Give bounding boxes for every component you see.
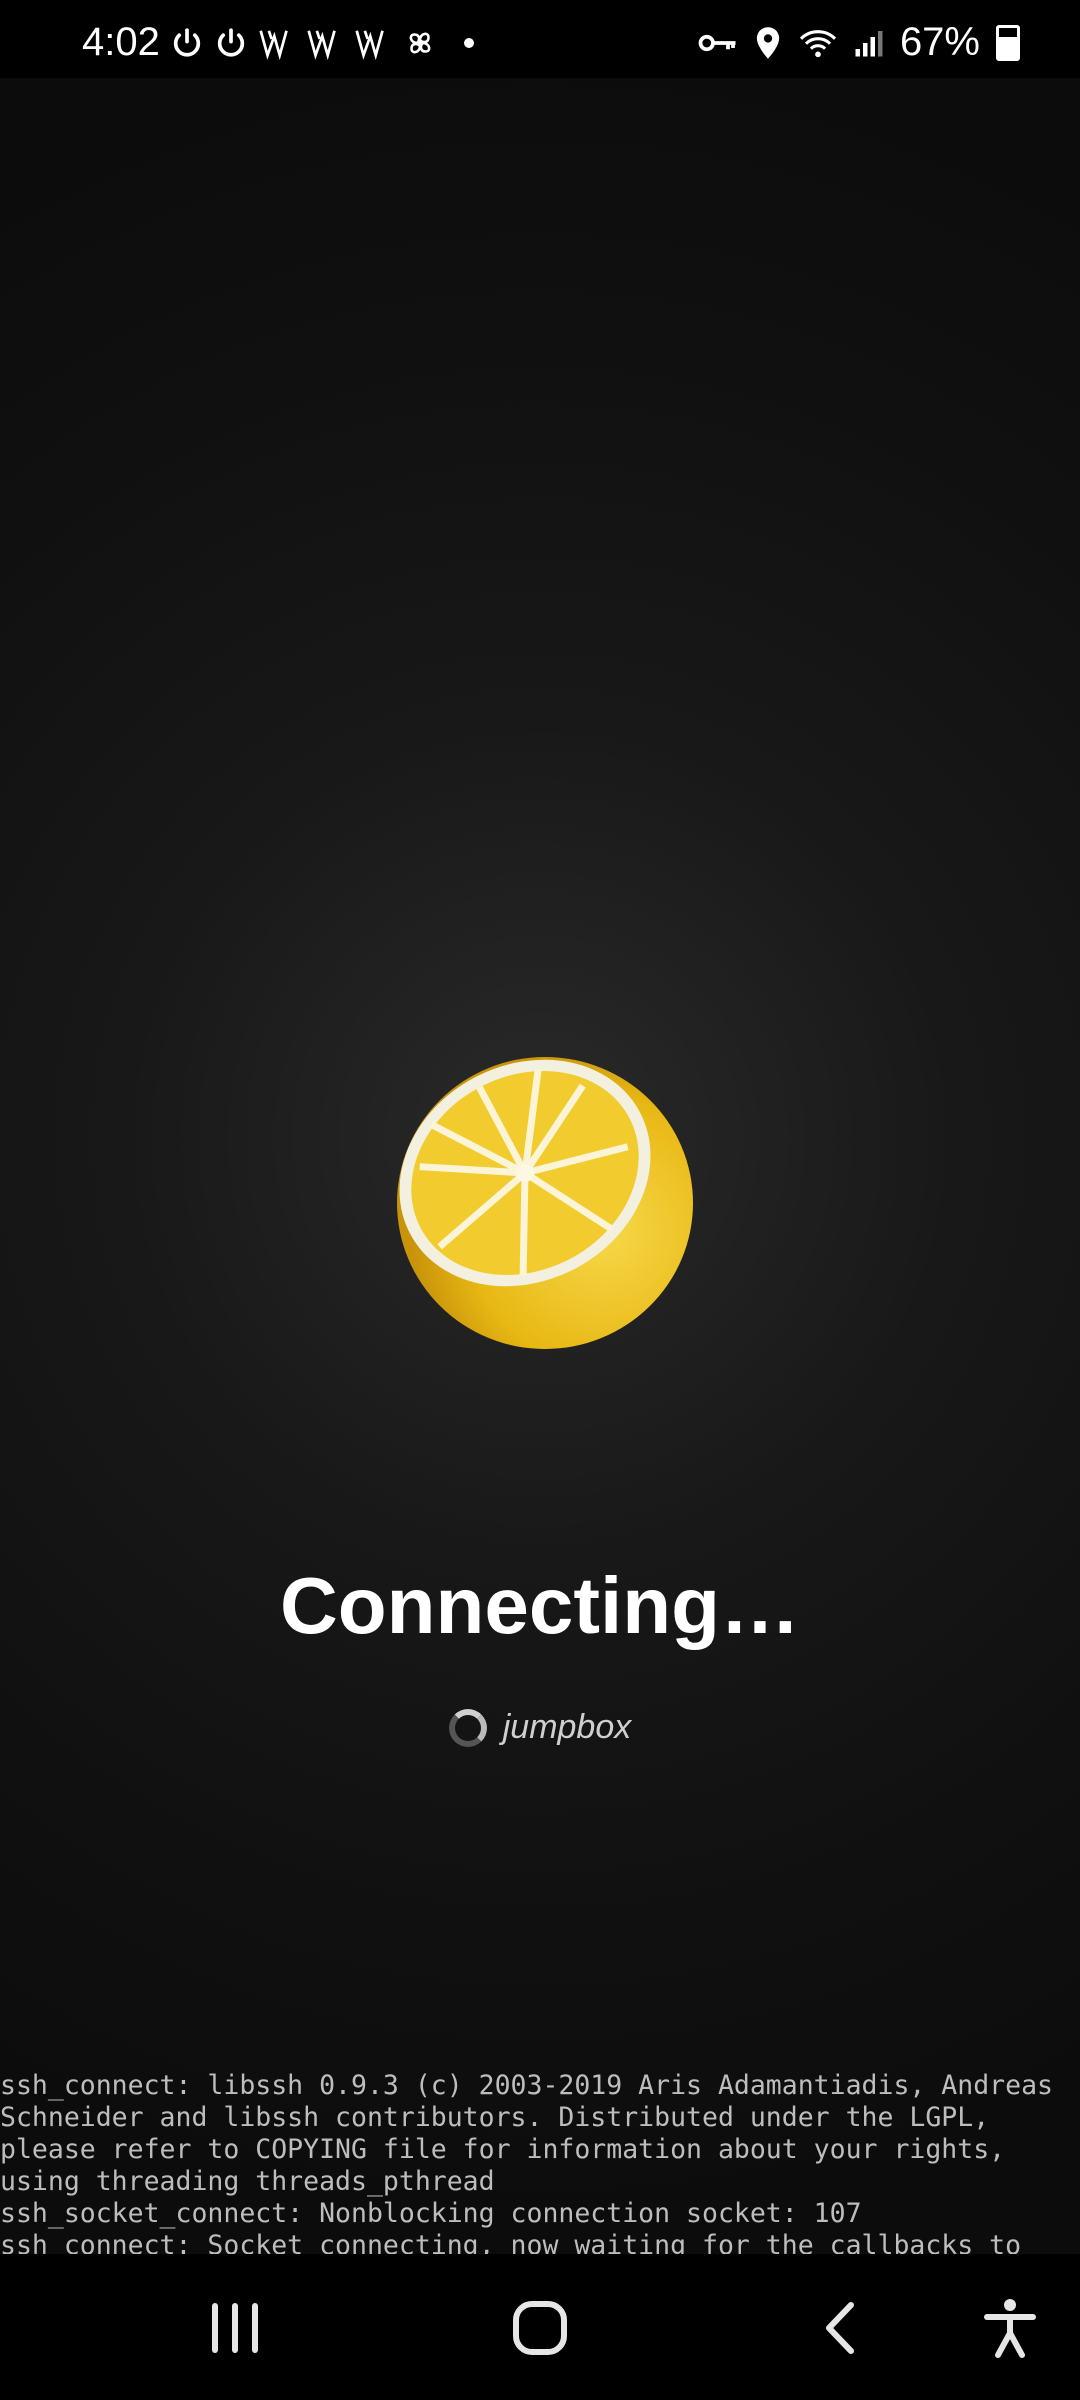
log-line: using threading threads_pthread bbox=[0, 2166, 495, 2197]
log-line: ssh_socket_connect: Nonblocking connecti… bbox=[0, 2198, 862, 2229]
system-icons: 67% bbox=[698, 20, 1020, 65]
back-button[interactable] bbox=[815, 2298, 865, 2358]
power-icon bbox=[173, 28, 201, 57]
accessibility-icon bbox=[984, 2299, 1036, 2358]
location-icon bbox=[756, 26, 780, 59]
recents-button[interactable] bbox=[200, 2298, 270, 2358]
status-time: 4:02 bbox=[82, 20, 160, 64]
accessibility-button[interactable] bbox=[980, 2298, 1040, 2358]
key-icon bbox=[698, 34, 736, 51]
wifi-icon bbox=[799, 29, 837, 57]
log-line: ssh_connect: libssh 0.9.3 (c) 2003-2019 … bbox=[0, 2070, 1053, 2101]
battery-icon bbox=[996, 24, 1020, 61]
connecting-title: Connecting… bbox=[280, 1561, 800, 1650]
connecting-screen: Connecting… jumpbox ssh_connect: libssh … bbox=[0, 78, 1080, 2293]
battery-percent: 67% bbox=[899, 20, 980, 64]
host-name: jumpbox bbox=[502, 1708, 632, 1746]
navigation-bar bbox=[0, 2254, 1080, 2400]
power-icon bbox=[217, 28, 245, 57]
log-line: Schneider and libssh contributors. Distr… bbox=[0, 2102, 990, 2133]
home-button[interactable] bbox=[500, 2298, 580, 2358]
w-icon bbox=[355, 30, 384, 60]
signal-icon bbox=[855, 30, 883, 56]
w-icon bbox=[307, 30, 336, 60]
log-line: please refer to COPYING file for informa… bbox=[0, 2134, 1006, 2165]
w-icon bbox=[259, 30, 288, 60]
connection-status: jumpbox bbox=[0, 1708, 1080, 1747]
more-notifications-dot bbox=[464, 38, 474, 48]
lemon-logo-icon bbox=[380, 1038, 700, 1358]
pinwheel-icon bbox=[409, 32, 431, 54]
back-icon bbox=[826, 2302, 854, 2354]
status-bar: 4:02 67% bbox=[0, 0, 1080, 78]
recents-icon bbox=[212, 2303, 258, 2353]
notification-icons bbox=[170, 26, 474, 60]
home-icon bbox=[513, 2301, 567, 2355]
loading-spinner-icon bbox=[448, 1708, 487, 1747]
